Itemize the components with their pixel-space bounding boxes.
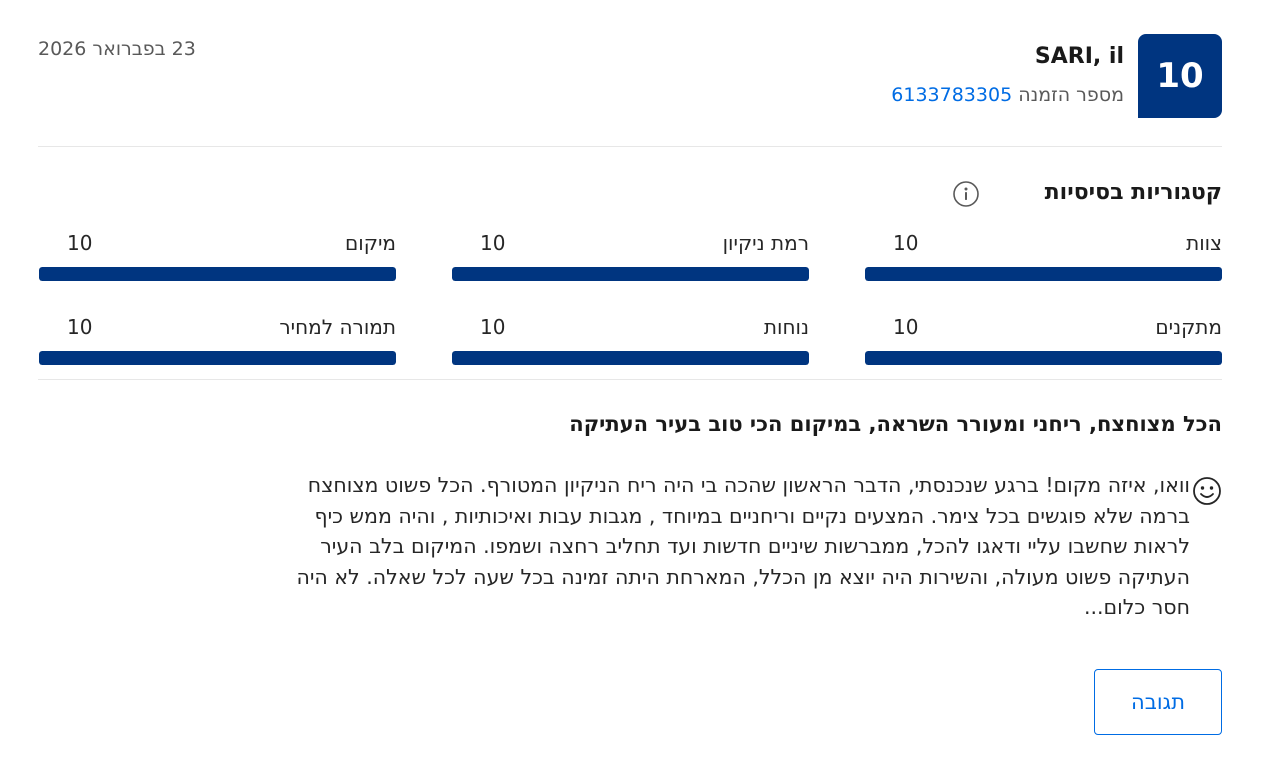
category-score: 10 xyxy=(480,315,506,339)
category-cleanliness: רמת ניקיון 10 xyxy=(452,231,809,283)
category-label: רמת ניקיון xyxy=(722,231,809,255)
category-score: 10 xyxy=(893,231,919,255)
review-title: הכל מצוחצח, ריחני ומעורר השראה, במיקום ה… xyxy=(569,412,1222,436)
category-score: 10 xyxy=(893,315,919,339)
category-label: מיקום xyxy=(345,231,396,255)
category-bar xyxy=(39,351,396,365)
category-label: צוות xyxy=(1186,231,1222,255)
info-circle-icon[interactable] xyxy=(953,181,979,207)
review-line: חסר כלום... xyxy=(1083,595,1190,620)
category-score: 10 xyxy=(480,231,506,255)
category-label: תמורה למחיר xyxy=(279,315,396,339)
category-bar-fill xyxy=(39,351,396,365)
review-line: ברמה שלא פוגשים בכל צימר. המצעים נקיים ו… xyxy=(314,503,1190,528)
booking-number-label: מספר הזמנה xyxy=(1018,84,1124,106)
category-comfort: נוחות 10 xyxy=(452,315,809,367)
booking-number-link[interactable]: 6133783305 xyxy=(891,84,1012,106)
category-location: מיקום 10 xyxy=(39,231,396,283)
smiley-face-icon xyxy=(1192,476,1222,506)
category-bar xyxy=(452,267,809,281)
category-label: נוחות xyxy=(763,315,809,339)
reviewer-name: SARI, il xyxy=(1034,44,1124,69)
category-bar xyxy=(865,351,1222,365)
category-score: 10 xyxy=(67,231,93,255)
category-score: 10 xyxy=(67,315,93,339)
category-bar-fill xyxy=(452,351,809,365)
review-line: העתיקה פשוט מעולה, והשירות היה יוצא מן ה… xyxy=(296,564,1190,589)
review-body: וואו, איזה מקום! ברגע שנכנסתי, הדבר הראש… xyxy=(50,470,1190,623)
category-bar-fill xyxy=(865,267,1222,281)
reply-button[interactable]: תגובה xyxy=(1094,669,1222,735)
booking-number-line: מספר הזמנה 6133783305 xyxy=(891,84,1124,106)
category-bar xyxy=(865,267,1222,281)
category-bar-fill xyxy=(865,351,1222,365)
category-bar xyxy=(39,267,396,281)
review-score-badge: 10 xyxy=(1138,34,1222,118)
category-value-for-money: תמורה למחיר 10 xyxy=(39,315,396,367)
category-facilities: מתקנים 10 xyxy=(865,315,1222,367)
category-bar-fill xyxy=(452,267,809,281)
category-bar-fill xyxy=(39,267,396,281)
review-line: לראות שחשבו עליי ודאגו להכל, ממברשות שינ… xyxy=(320,534,1190,559)
categories-heading: קטגוריות בסיסיות xyxy=(1044,180,1222,205)
category-label: מתקנים xyxy=(1155,315,1222,339)
categories-divider xyxy=(38,379,1222,380)
category-staff: צוות 10 xyxy=(865,231,1222,283)
review-date: 23 בפברואר 2026 xyxy=(38,38,196,60)
category-bar xyxy=(452,351,809,365)
header-divider xyxy=(38,146,1222,147)
review-line: וואו, איזה מקום! ברגע שנכנסתי, הדבר הראש… xyxy=(307,473,1190,497)
